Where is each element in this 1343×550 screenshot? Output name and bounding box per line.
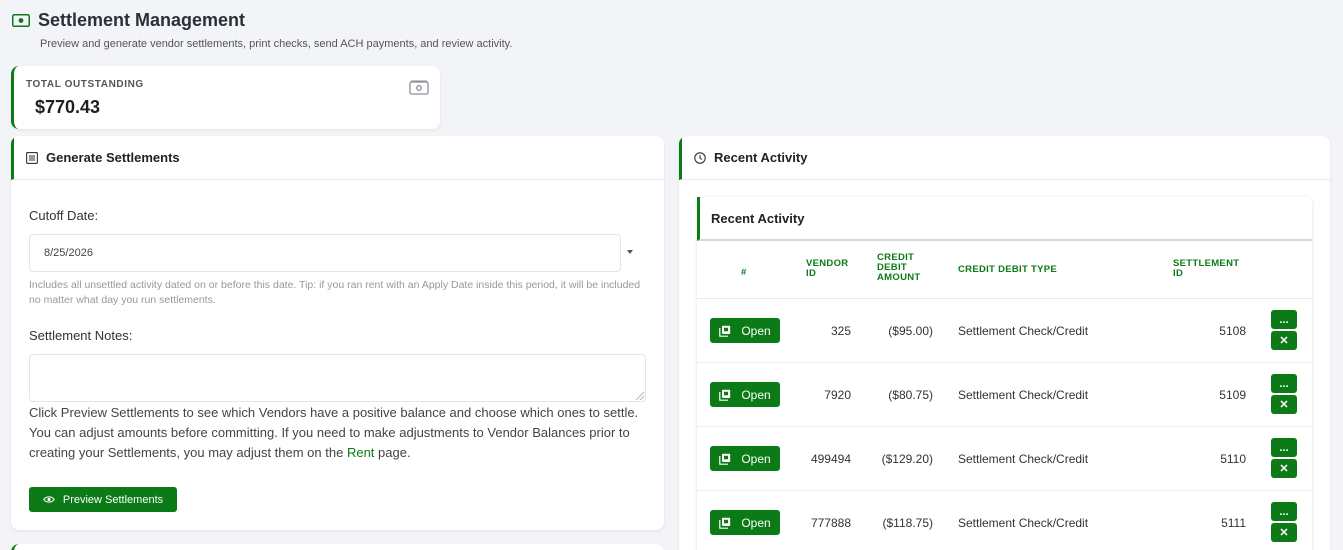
preview-description: Click Preview Settlements to see which V… [29,403,649,463]
amount-cell: ($95.00) [888,324,933,338]
total-outstanding-value: $770.43 [35,97,101,117]
ellipsis-icon[interactable]: ... [1271,438,1297,457]
total-outstanding-label: TOTAL OUTSTANDING [26,79,144,90]
list-icon [26,151,38,164]
column-index: # [741,267,747,278]
page-header: Settlement Management [12,10,245,31]
vendor-id-cell: 499494 [810,452,851,466]
table-row: Open 7920 ($80.75) Settlement Check/Cred… [697,363,1312,427]
next-panel [11,544,664,550]
open-button[interactable]: Open [710,382,780,407]
page-subtitle: Preview and generate vendor settlements,… [40,38,513,50]
preview-settlements-label: Preview Settlements [62,493,164,506]
cutoff-date-select[interactable]: 8/25/2026 [29,234,621,272]
recent-activity-card-title: Recent Activity [697,197,1312,241]
copy-icon [719,325,731,337]
close-icon[interactable]: ✕ [1271,395,1297,414]
eye-icon [43,496,55,503]
recent-activity-card: Recent Activity # VENDOR ID CREDIT DEBIT… [697,197,1312,550]
chevron-down-icon[interactable] [627,250,633,254]
amount-cell: ($118.75) [882,516,933,530]
ellipsis-icon[interactable]: ... [1271,374,1297,393]
amount-cell: ($129.20) [881,452,933,466]
page-title: Settlement Management [38,10,246,30]
type-cell: Settlement Check/Credit [958,324,1089,338]
recent-activity-panel: Recent Activity Recent Activity # VENDOR… [679,136,1330,550]
resize-handle-icon[interactable] [636,392,644,400]
open-label: Open [741,323,771,338]
page-title-row: Settlement Management [12,10,245,31]
column-vendor-id-line: ID [806,268,817,279]
preview-description-text: Click Preview Settlements to see which V… [29,405,639,460]
settlement-id-cell: 5109 [1219,388,1246,402]
copy-icon [719,517,731,529]
column-settlement-id: SETTLEMENT ID [1173,259,1239,279]
type-cell: Settlement Check/Credit [958,516,1089,530]
column-type: CREDIT DEBIT TYPE [958,264,1058,275]
open-label: Open [741,451,771,466]
preview-description-tail: page. [374,445,411,460]
clock-icon [694,151,706,164]
vendor-id-cell: 7920 [824,388,851,402]
recent-activity-header: Recent Activity [679,136,1330,180]
settlement-notes-input[interactable] [29,354,646,402]
total-outstanding-card: TOTAL OUTSTANDING $770.43 [11,66,440,129]
close-icon[interactable]: ✕ [1271,523,1297,542]
generate-settlements-title: Generate Settlements [46,150,180,165]
rent-page-link[interactable]: Rent [347,445,374,460]
cutoff-date-label: Cutoff Date: [29,208,99,223]
settlement-id-cell: 5110 [1220,452,1246,466]
open-label: Open [741,515,771,530]
amount-cell: ($80.75) [888,388,933,402]
close-icon[interactable]: ✕ [1271,459,1297,478]
column-amount-line: AMOUNT [877,272,921,283]
open-label: Open [741,387,771,402]
table-row: Open 777888 ($118.75) Settlement Check/C… [697,491,1312,550]
table-row: Open 325 ($95.00) Settlement Check/Credi… [697,299,1312,363]
copy-icon [719,453,731,465]
column-amount: CREDIT DEBIT AMOUNT [877,253,921,283]
generate-settlements-panel: Generate Settlements Cutoff Date: 8/25/2… [11,136,664,530]
open-button[interactable]: Open [710,318,780,343]
preview-settlements-button[interactable]: Preview Settlements [29,487,177,512]
column-settlement-id-line: ID [1173,268,1184,279]
ellipsis-icon[interactable]: ... [1271,310,1297,329]
vendor-id-cell: 777888 [810,516,851,530]
generate-settlements-header: Generate Settlements [11,136,664,180]
settlement-id-cell: 5108 [1219,324,1246,338]
vendor-id-cell: 325 [830,324,851,338]
copy-icon [719,389,731,401]
cutoff-date-help: Includes all unsettled activity dated on… [29,279,641,306]
type-cell: Settlement Check/Credit [958,452,1089,466]
recent-activity-panel-title: Recent Activity [714,150,808,165]
settlement-id-cell: 5111 [1221,516,1246,530]
ellipsis-icon[interactable]: ... [1271,502,1297,521]
table-row: Open 499494 ($129.20) Settlement Check/C… [697,427,1312,491]
close-icon[interactable]: ✕ [1271,331,1297,350]
settlement-notes-label: Settlement Notes: [29,328,133,343]
money-icon [12,14,30,27]
type-cell: Settlement Check/Credit [958,388,1089,402]
money-icon [409,80,429,95]
column-vendor-id: VENDOR ID [806,259,848,279]
open-button[interactable]: Open [710,446,780,471]
open-button[interactable]: Open [710,510,780,535]
